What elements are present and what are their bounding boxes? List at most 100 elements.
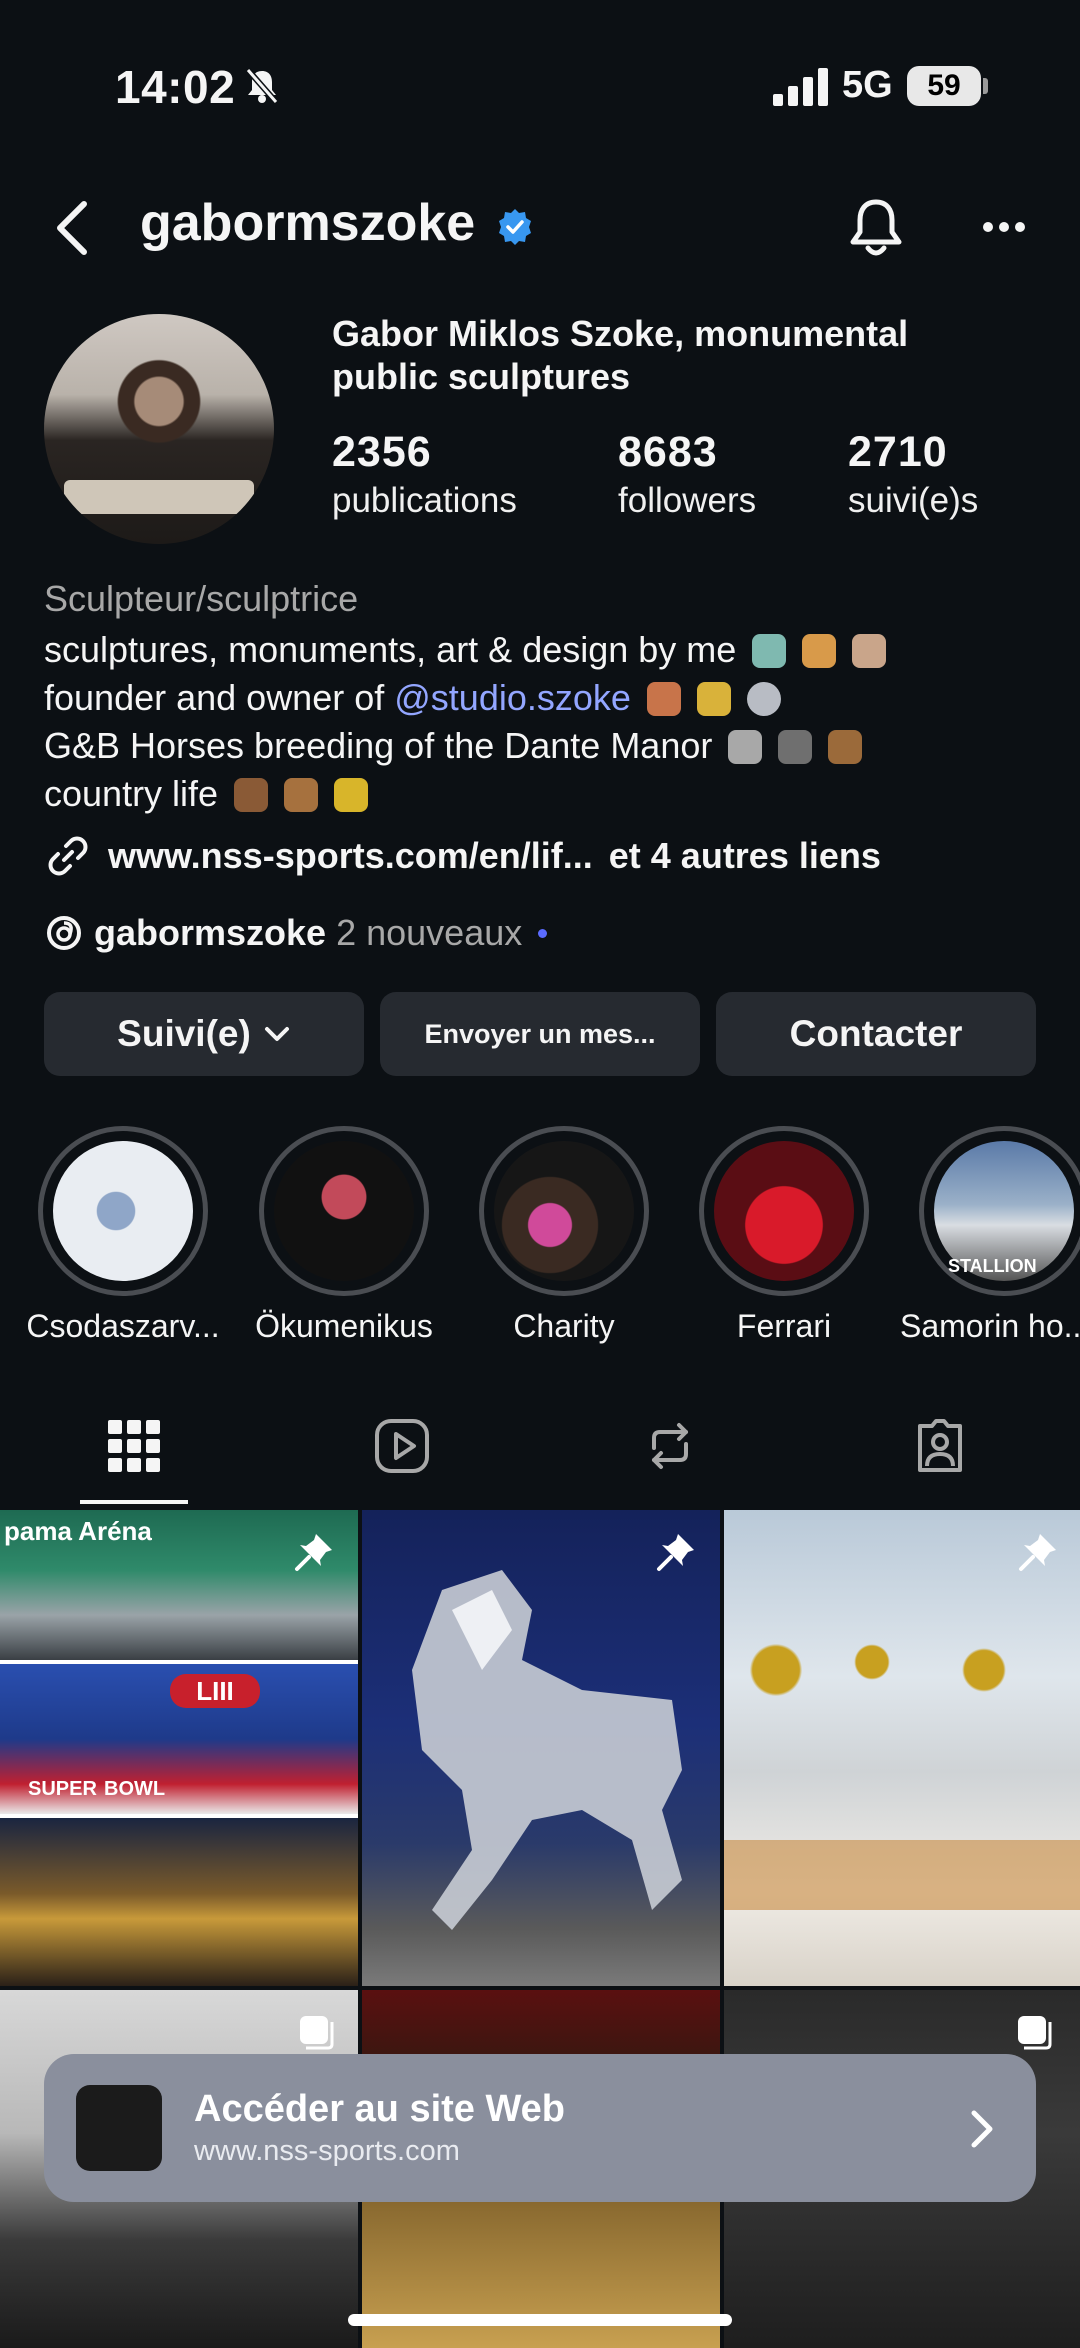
reposts-icon[interactable]	[642, 1418, 698, 1474]
atrium-lobby	[724, 1840, 1080, 1910]
threads-badge[interactable]: gabormszoke 2 nouveaux	[44, 912, 548, 954]
studio-mention-link[interactable]: @studio.szoke	[394, 677, 631, 718]
new-dot	[538, 928, 548, 938]
palette-emoji-icon	[802, 634, 837, 668]
post-sign: STALLION	[948, 1256, 1037, 1276]
horse-sculpture-shape	[412, 1570, 682, 1930]
banner-url: www.nss-sports.com	[194, 2135, 460, 2167]
highlight-label: Ferrari	[736, 1308, 832, 1344]
post-sign: SUPER	[28, 1778, 97, 1800]
carousel-icon	[1018, 2016, 1052, 2050]
highlight-cover	[714, 1141, 854, 1281]
more-options-icon[interactable]	[982, 220, 1026, 234]
pin-icon	[657, 1534, 694, 1571]
bio-text: country life	[44, 773, 219, 814]
pin-icon	[1019, 1534, 1056, 1571]
active-tab-indicator	[80, 1500, 188, 1504]
back-arrow-icon[interactable]	[52, 198, 92, 258]
post-sign: pama Aréna	[4, 1516, 152, 1546]
link-url[interactable]: www.nss-sports.com/en/lif...	[108, 835, 593, 877]
profile-username: gabormszoke	[140, 194, 476, 252]
chevron-right-icon	[971, 2110, 993, 2148]
post-sign: BOWL	[104, 1778, 166, 1800]
stat-label: suivi(e)s	[848, 481, 979, 520]
stat-value: 2710	[848, 428, 948, 476]
carousel-icon	[300, 2016, 334, 2050]
stat-label: followers	[618, 481, 757, 520]
profile-avatar[interactable]	[44, 314, 274, 544]
bio-text: founder and owner of	[44, 677, 395, 718]
threads-icon	[47, 916, 81, 950]
following-label: Suivi(e)	[117, 1013, 251, 1054]
threads-new-count: 2 nouveaux	[336, 912, 523, 953]
network-type: 5G	[842, 64, 893, 106]
banner-text: Accéder au site Web www.nss-sports.com	[194, 2088, 565, 2168]
highlight-cover	[274, 1141, 414, 1281]
factory-emoji-icon	[646, 682, 681, 716]
castle-emoji-icon	[728, 730, 763, 764]
highlight-ferrari[interactable]	[699, 1126, 869, 1296]
reels-icon[interactable]	[374, 1418, 430, 1474]
contact-button[interactable]: Contacter	[716, 992, 1036, 1076]
post-sign: LIII	[170, 1674, 260, 1708]
bio-line: founder and owner of @studio.szoke	[44, 674, 1054, 722]
stat-following[interactable]: 2710 suivi(e)s	[848, 428, 978, 521]
post-tile-2[interactable]	[362, 1510, 720, 1986]
banner-title: Accéder au site Web	[194, 2088, 566, 2130]
grid-icon[interactable]	[106, 1418, 162, 1474]
profile-link[interactable]: www.nss-sports.com/en/lif... et 4 autres…	[44, 832, 881, 880]
tractor-emoji-icon	[334, 778, 369, 812]
visit-website-banner[interactable]: Accéder au site Web www.nss-sports.com	[44, 2054, 1036, 2202]
tagged-icon[interactable]	[912, 1418, 968, 1474]
highlight-charity[interactable]	[479, 1126, 649, 1296]
stat-followers[interactable]: 8683 followers	[618, 428, 756, 521]
highlight-label: Samorin ho...	[900, 1308, 1080, 1344]
highlight-cover	[494, 1141, 634, 1281]
verified-badge-icon	[499, 209, 531, 245]
highlight-label: Ökumenikus	[255, 1308, 433, 1344]
artist-emoji-icon	[852, 634, 887, 668]
highlight-okumenikus[interactable]	[259, 1126, 429, 1296]
profile-full-name: Gabor Miklos Szoke, monumental public sc…	[332, 313, 909, 397]
ox-emoji-icon	[234, 778, 269, 812]
bell-off-icon	[245, 68, 279, 104]
post-tile-3[interactable]	[724, 1510, 1080, 1986]
pin-icon	[295, 1534, 332, 1571]
dog-emoji-icon	[828, 730, 863, 764]
home-indicator[interactable]	[348, 2314, 732, 2326]
bio-line: sculptures, monuments, art & design by m…	[44, 626, 1054, 674]
dancers-emoji-icon	[696, 682, 731, 716]
highlight-csodaszarvas[interactable]	[38, 1126, 208, 1296]
bio-text: G&B Horses breeding of the Dante Manor	[44, 725, 713, 766]
collage-part-golden-eagle	[0, 1818, 358, 1986]
post-tile-1[interactable]: pama Aréna LIII SUPER BOWL	[0, 1510, 358, 1986]
highlight-label: Csodaszarv...	[26, 1308, 220, 1344]
chevron-down-icon	[264, 1027, 289, 1041]
highlight-cover	[53, 1141, 193, 1281]
profile-category: Sculpteur/sculptrice	[44, 578, 359, 619]
link-icon	[48, 836, 88, 876]
wood-emoji-icon	[284, 778, 319, 812]
message-button[interactable]: Envoyer un mes...	[380, 992, 700, 1076]
stat-value: 8683	[618, 428, 718, 476]
statue-emoji-icon	[752, 634, 787, 668]
horse-emoji-icon	[778, 730, 813, 764]
status-time: 14:02	[115, 61, 236, 113]
threads-handle: gabormszoke	[94, 912, 327, 953]
stat-publications[interactable]: 2356 publications	[332, 428, 517, 521]
bio-line: country life	[44, 770, 1054, 818]
bio-line: G&B Horses breeding of the Dante Manor	[44, 722, 1054, 770]
signal-icon	[773, 68, 828, 106]
battery-tip	[983, 78, 988, 94]
following-button[interactable]: Suivi(e)	[44, 992, 364, 1076]
bio-text: sculptures, monuments, art & design by m…	[44, 629, 737, 670]
battery-indicator: 59	[907, 66, 981, 106]
link-more[interactable]: et 4 autres liens	[609, 835, 881, 877]
profile-bio: sculptures, monuments, art & design by m…	[44, 626, 1054, 818]
golden-sculptures	[744, 1630, 1064, 1710]
notification-bell-icon[interactable]	[846, 196, 906, 260]
stat-value: 2356	[332, 428, 432, 476]
banner-thumbnail	[76, 2085, 162, 2171]
stat-label: publications	[332, 481, 517, 520]
highlight-label: Charity	[513, 1308, 615, 1344]
